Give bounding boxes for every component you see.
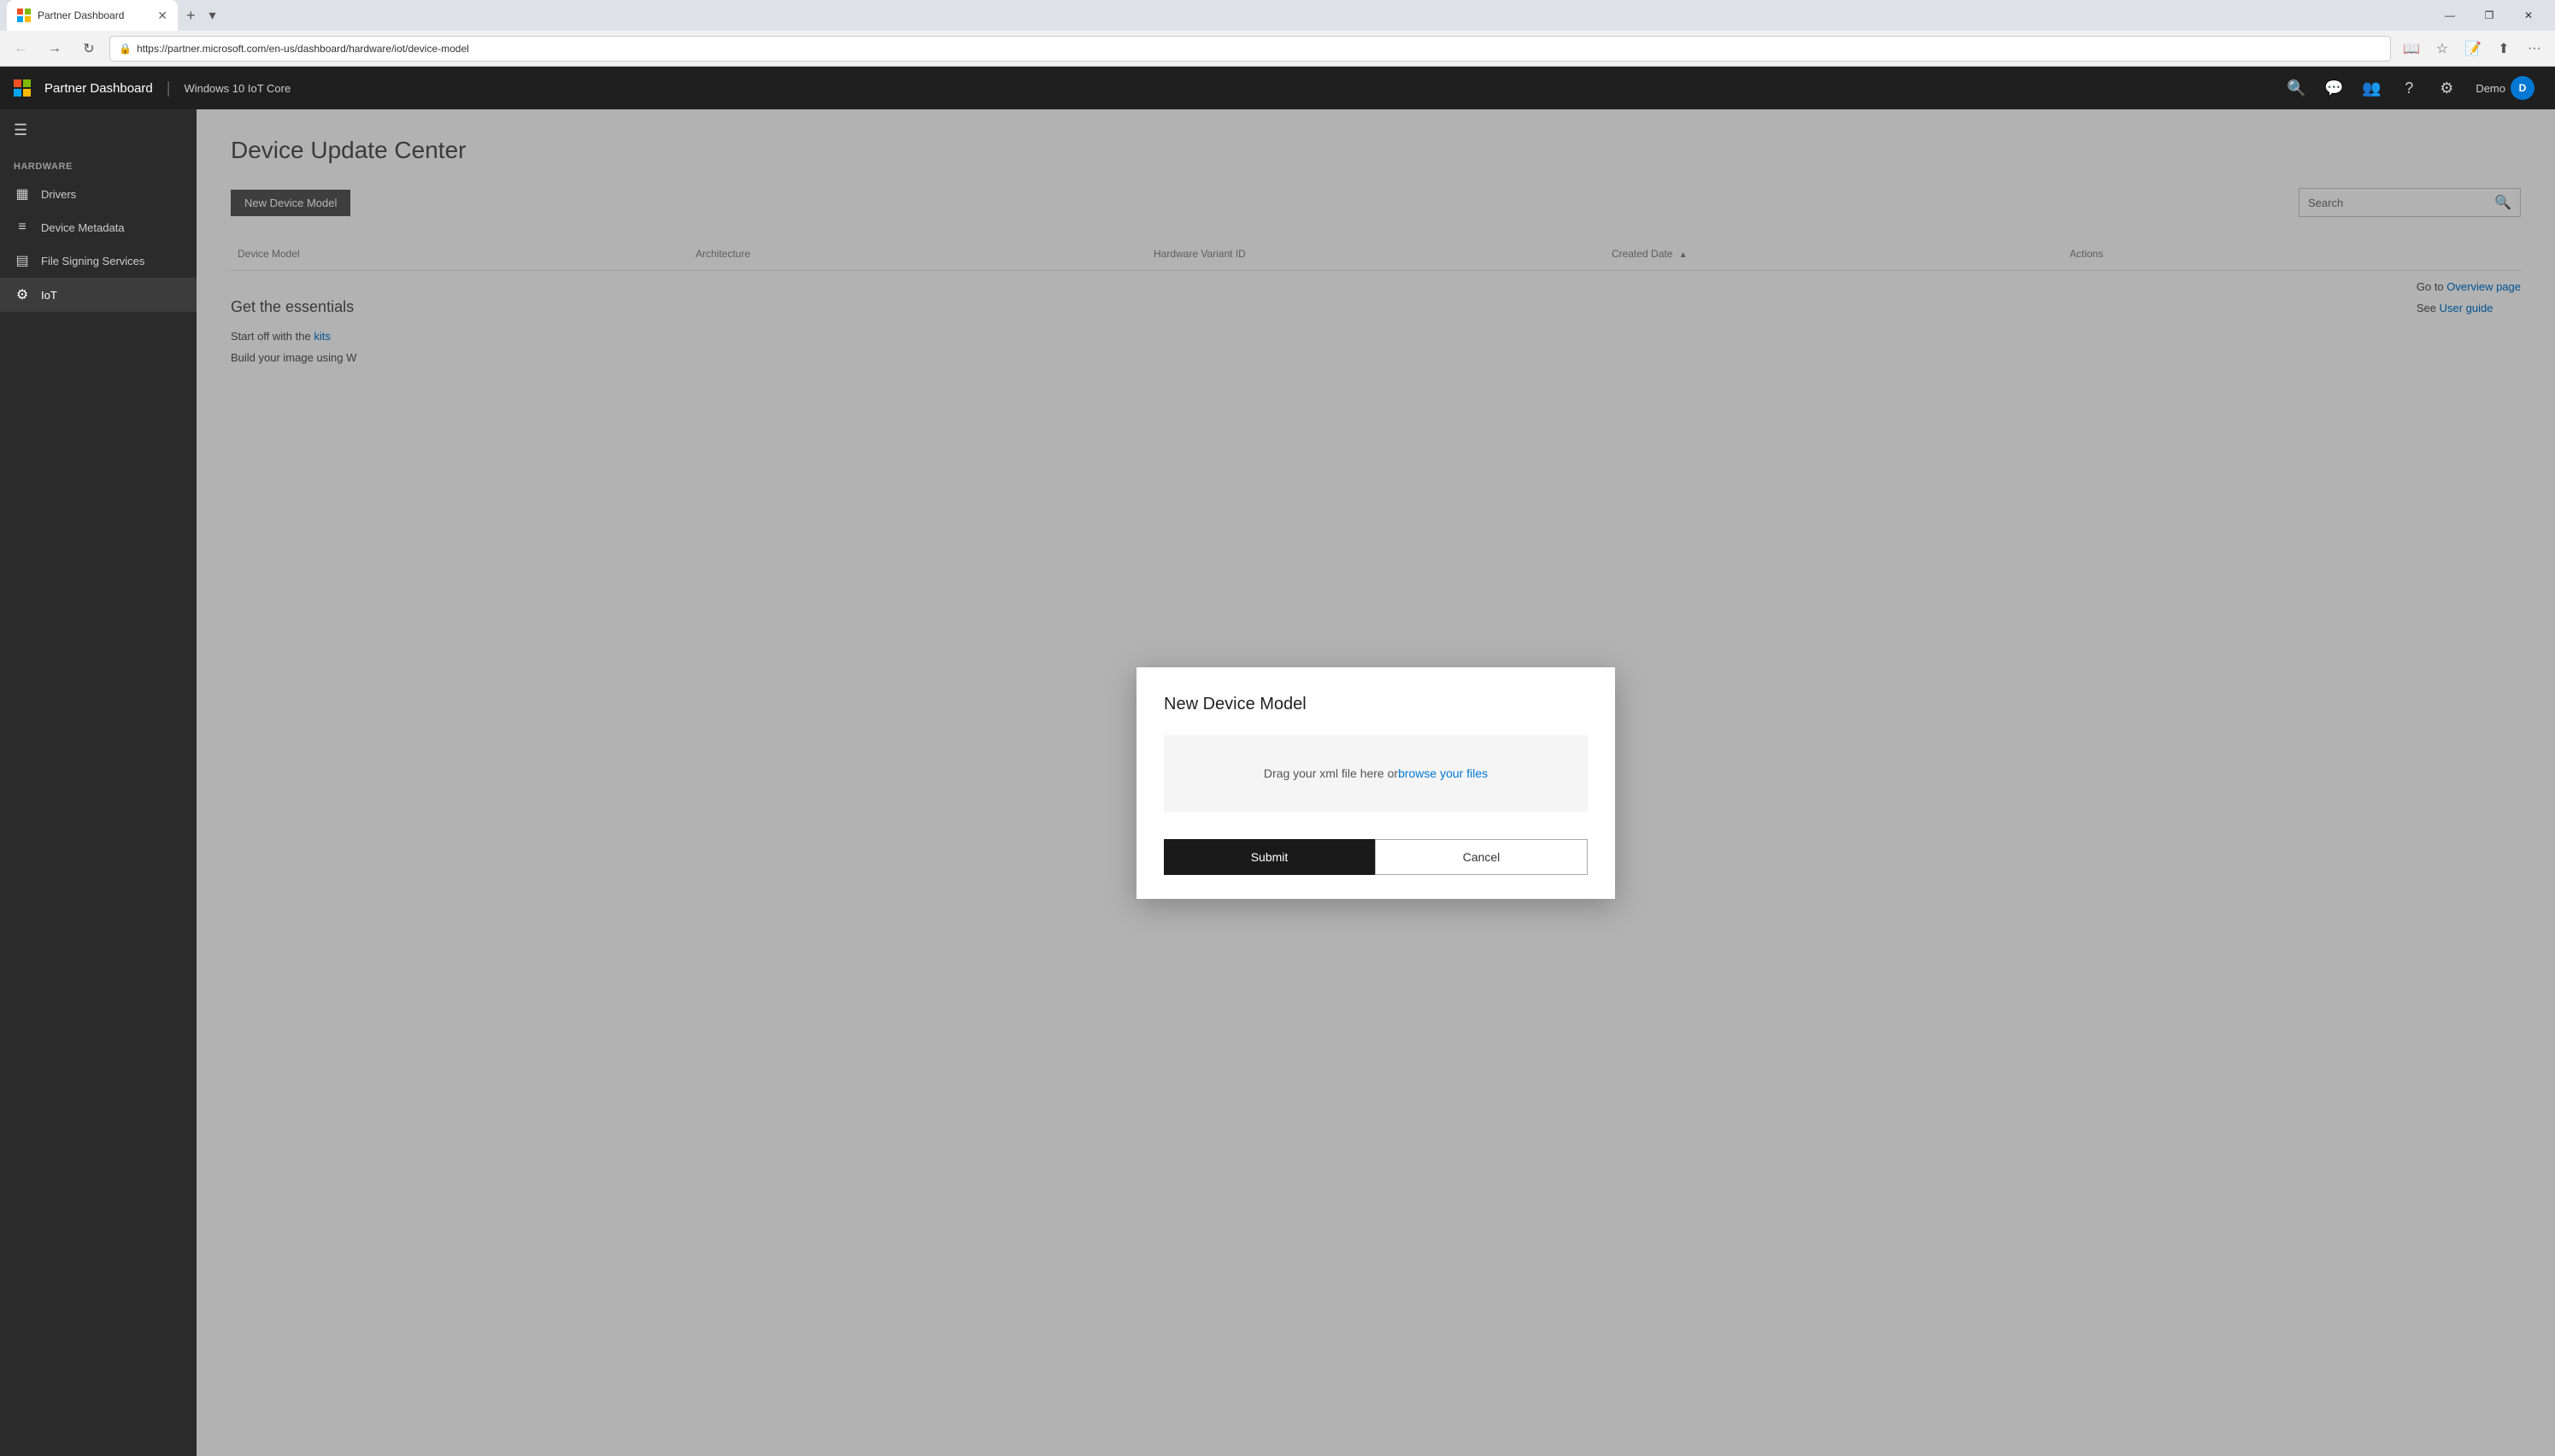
reader-view-button[interactable]: 📖	[2398, 35, 2425, 62]
browse-files-link[interactable]: browse your files	[1398, 766, 1488, 780]
more-button[interactable]: ···	[2521, 35, 2548, 62]
user-profile[interactable]: Demo D	[2469, 73, 2541, 103]
modal-actions: Submit Cancel	[1164, 839, 1588, 875]
refresh-button[interactable]: ↻	[75, 35, 103, 62]
app-subtitle: Windows 10 IoT Core	[184, 82, 291, 95]
sidebar-section-hardware: HARDWARE	[0, 151, 197, 177]
tab-title: Partner Dashboard	[38, 9, 124, 21]
modal-title: New Device Model	[1164, 695, 1588, 714]
submit-button[interactable]: Submit	[1164, 839, 1375, 875]
sidebar-item-label-file-signing: File Signing Services	[41, 255, 144, 267]
sidebar-item-file-signing[interactable]: ▤ File Signing Services	[0, 244, 197, 278]
drivers-icon: ▦	[14, 185, 31, 203]
help-button[interactable]: ?	[2393, 73, 2424, 103]
tab-favicon-icon	[17, 9, 31, 22]
chat-button[interactable]: 💬	[2318, 73, 2349, 103]
url-text: https://partner.microsoft.com/en-us/dash…	[137, 43, 2382, 55]
cancel-button[interactable]: Cancel	[1375, 839, 1588, 875]
user-name: Demo	[2476, 82, 2505, 95]
share-button[interactable]: ⬆	[2490, 35, 2517, 62]
forward-button[interactable]: →	[41, 35, 68, 62]
new-device-model-modal: New Device Model Drag your xml file here…	[1137, 667, 1615, 899]
sidebar: ☰ HARDWARE ▦ Drivers ≡ Device Metadata ▤…	[0, 109, 197, 1456]
modal-overlay: New Device Model Drag your xml file here…	[197, 109, 2555, 1456]
sidebar-item-device-metadata[interactable]: ≡ Device Metadata	[0, 211, 197, 244]
address-bar[interactable]: 🔒 https://partner.microsoft.com/en-us/da…	[109, 36, 2391, 62]
search-header-button[interactable]: 🔍	[2281, 73, 2311, 103]
app-title: Partner Dashboard	[44, 81, 153, 96]
new-tab-button[interactable]: +	[178, 0, 204, 31]
restore-button[interactable]: ❐	[2470, 0, 2509, 31]
ms-logo	[14, 79, 31, 97]
favorites-button[interactable]: ☆	[2429, 35, 2456, 62]
active-tab[interactable]: Partner Dashboard ✕	[7, 0, 178, 31]
device-metadata-icon: ≡	[14, 220, 31, 235]
sidebar-item-label-device-metadata: Device Metadata	[41, 221, 125, 234]
drop-zone-text: Drag your xml file here or	[1264, 766, 1398, 780]
hamburger-menu-button[interactable]: ☰	[0, 109, 197, 151]
iot-icon: ⚙	[14, 286, 31, 303]
sidebar-item-drivers[interactable]: ▦ Drivers	[0, 177, 197, 211]
sidebar-item-label-iot: IoT	[41, 289, 57, 302]
close-button[interactable]: ✕	[2509, 0, 2548, 31]
minimize-button[interactable]: —	[2430, 0, 2470, 31]
people-button[interactable]: 👥	[2356, 73, 2387, 103]
reading-list-button[interactable]: 📝	[2459, 35, 2487, 62]
tab-close-button[interactable]: ✕	[157, 9, 167, 23]
file-signing-icon: ▤	[14, 252, 31, 269]
file-drop-zone[interactable]: Drag your xml file here or browse your f…	[1164, 735, 1588, 812]
settings-button[interactable]: ⚙	[2431, 73, 2462, 103]
back-button[interactable]: ←	[7, 35, 34, 62]
lock-icon: 🔒	[119, 43, 132, 55]
content-area: Device Update Center New Device Model 🔍 …	[197, 109, 2555, 1456]
header-divider: |	[167, 79, 171, 97]
app-header: Partner Dashboard | Windows 10 IoT Core …	[0, 67, 2555, 109]
user-avatar: D	[2511, 76, 2534, 100]
sidebar-item-iot[interactable]: ⚙ IoT	[0, 278, 197, 312]
sidebar-item-label-drivers: Drivers	[41, 188, 76, 201]
tab-dropdown-button[interactable]: ▾	[204, 0, 221, 31]
